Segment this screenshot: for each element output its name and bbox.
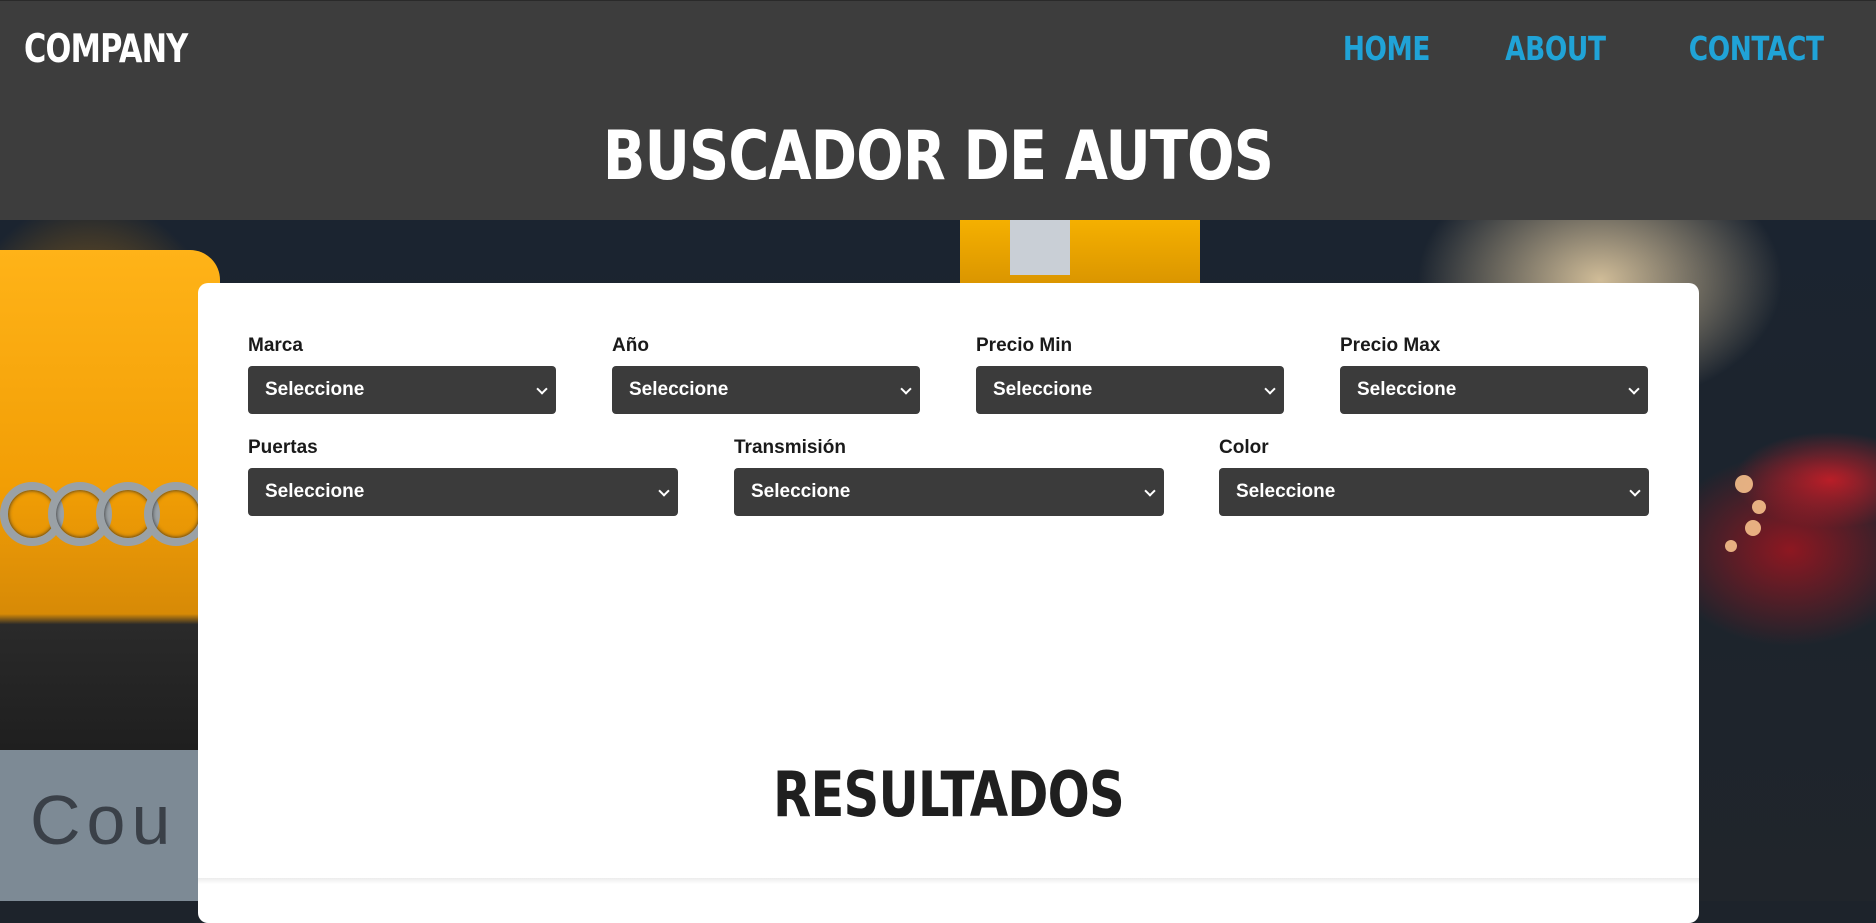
chevron-down-icon: [536, 383, 548, 395]
marca-field: Marca Seleccione: [248, 335, 556, 414]
bokeh-light: [1725, 540, 1737, 552]
precio-max-field: Precio Max Seleccione: [1340, 335, 1648, 414]
precio-max-select-value: Seleccione: [1357, 379, 1457, 400]
puertas-select-value: Seleccione: [265, 481, 365, 502]
precio-min-field: Precio Min Seleccione: [976, 335, 1284, 414]
anio-label: Año: [612, 335, 649, 356]
precio-min-select[interactable]: Seleccione: [976, 366, 1284, 414]
main-nav: HOME ABOUT CONTACT: [1271, 29, 1825, 68]
color-select-value: Seleccione: [1236, 481, 1336, 502]
chevron-down-icon: [658, 485, 670, 497]
car-logo-rings: [0, 482, 208, 546]
anio-select-value: Seleccione: [629, 379, 729, 400]
transmision-label: Transmisión: [734, 437, 846, 458]
chevron-down-icon: [900, 383, 912, 395]
marca-select[interactable]: Seleccione: [248, 366, 556, 414]
bokeh-light: [1752, 500, 1766, 514]
results-title: RESULTADOS: [773, 758, 1125, 831]
nav-about-link[interactable]: ABOUT: [1505, 29, 1606, 68]
chevron-down-icon: [1144, 485, 1156, 497]
precio-min-select-value: Seleccione: [993, 379, 1093, 400]
transmision-field: Transmisión Seleccione: [734, 437, 1164, 516]
precio-max-select[interactable]: Seleccione: [1340, 366, 1648, 414]
puertas-select[interactable]: Seleccione: [248, 468, 678, 516]
car-badge-text: Cou: [30, 781, 177, 859]
transmision-select-value: Seleccione: [751, 481, 851, 502]
nav-home-link[interactable]: HOME: [1343, 29, 1431, 68]
bokeh-light: [1735, 475, 1753, 493]
company-logo[interactable]: COMPANY: [24, 27, 188, 72]
nav-contact-link[interactable]: CONTACT: [1689, 29, 1824, 68]
marca-label: Marca: [248, 335, 303, 356]
color-select[interactable]: Seleccione: [1219, 468, 1649, 516]
chevron-down-icon: [1628, 383, 1640, 395]
car-window-decoration: [1010, 220, 1070, 275]
car-roof-decoration: [960, 220, 1200, 290]
precio-min-label: Precio Min: [976, 335, 1073, 356]
color-label: Color: [1219, 437, 1269, 458]
marca-select-value: Seleccione: [265, 379, 365, 400]
bokeh-light: [1745, 520, 1761, 536]
chevron-down-icon: [1264, 383, 1276, 395]
site-header: COMPANY HOME ABOUT CONTACT BUSCADOR DE A…: [0, 0, 1876, 220]
puertas-field: Puertas Seleccione: [248, 437, 678, 516]
results-divider: [198, 878, 1699, 884]
puertas-label: Puertas: [248, 437, 318, 458]
color-field: Color Seleccione: [1219, 437, 1649, 516]
precio-max-label: Precio Max: [1340, 335, 1441, 356]
chevron-down-icon: [1629, 485, 1641, 497]
anio-field: Año Seleccione: [612, 335, 920, 414]
anio-select[interactable]: Seleccione: [612, 366, 920, 414]
search-card: Marca Seleccione Año Seleccione Precio M…: [198, 283, 1699, 923]
page-title: BUSCADOR DE AUTOS: [602, 117, 1274, 196]
transmision-select[interactable]: Seleccione: [734, 468, 1164, 516]
